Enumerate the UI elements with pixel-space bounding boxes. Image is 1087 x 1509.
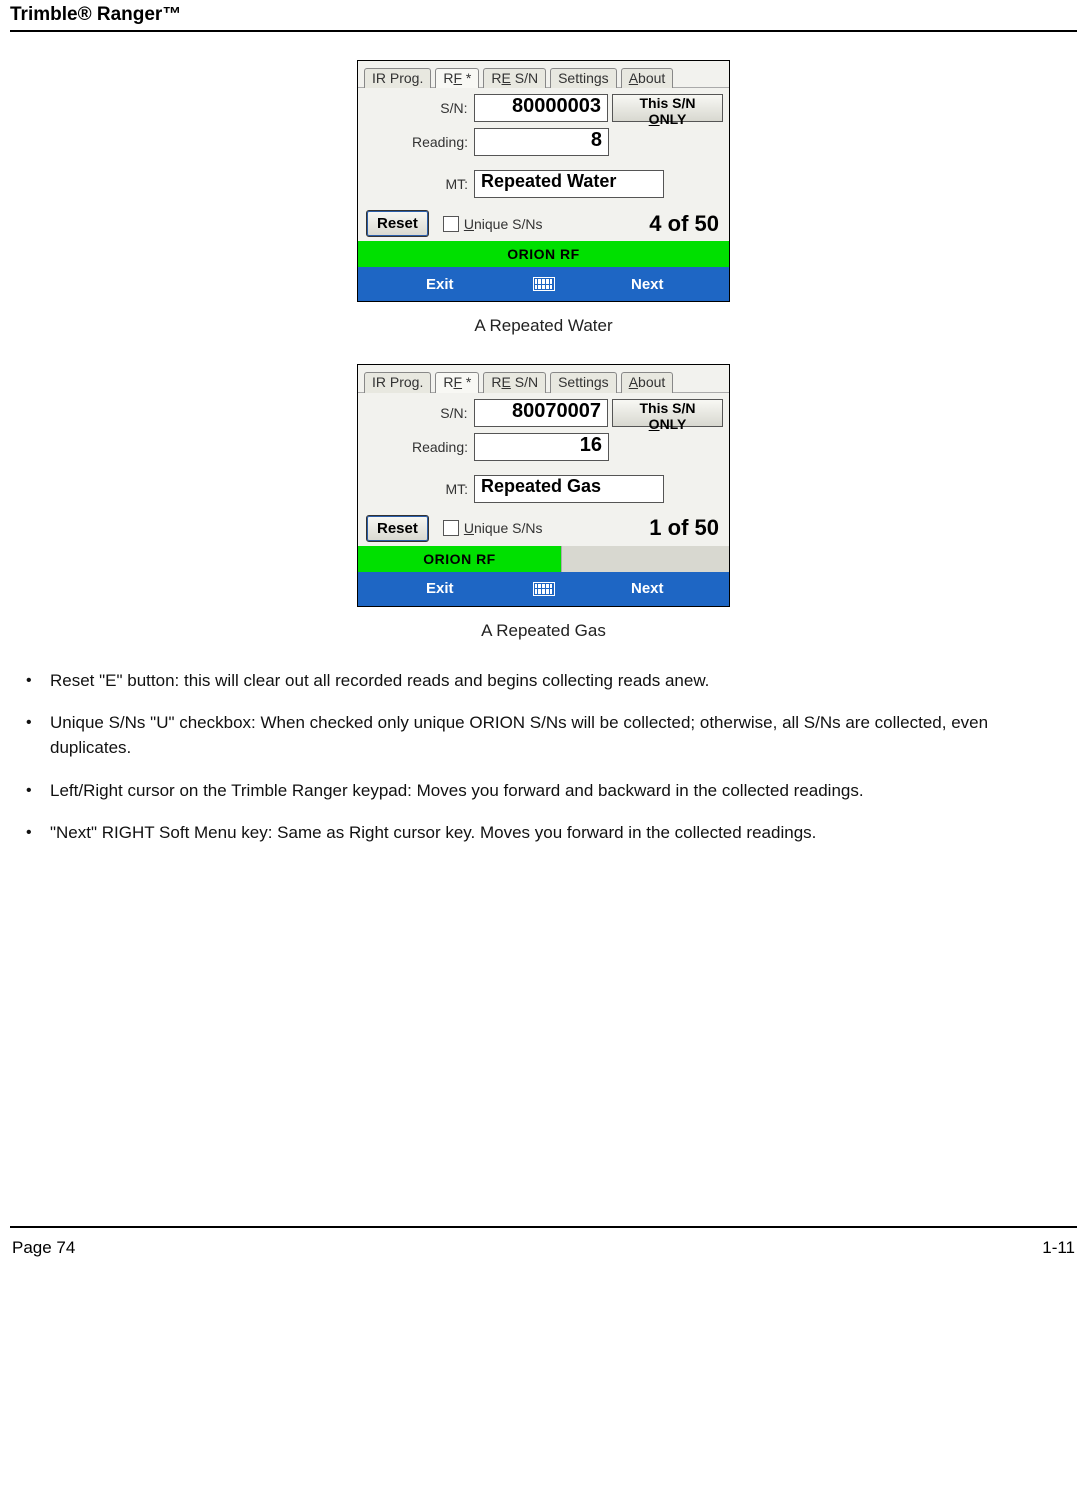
footer-page-left: Page 74 [12, 1238, 75, 1258]
checkbox-icon [443, 520, 459, 536]
this-sn-only-button[interactable]: This S/N ONLY [612, 94, 723, 122]
mt-input[interactable]: Repeated Gas [474, 475, 664, 503]
unique-sns-checkbox[interactable]: Unique S/Ns [443, 216, 543, 232]
soft-key-bar: Exit Next [358, 267, 729, 301]
bullet-list: Reset "E" button: this will clear out al… [10, 669, 1077, 846]
label-sn: S/N: [364, 405, 474, 421]
unique-sns-checkbox[interactable]: Unique S/Ns [443, 520, 543, 536]
softkey-exit[interactable]: Exit [358, 276, 522, 293]
reading-input[interactable]: 16 [474, 433, 609, 461]
tab-re-sn[interactable]: RE S/N [483, 372, 546, 392]
tab-settings[interactable]: Settings [550, 68, 617, 88]
sn-input[interactable]: 80070007 [474, 399, 608, 427]
keyboard-icon [533, 582, 555, 596]
footer-page-right: 1-11 [1042, 1238, 1075, 1258]
tab-about[interactable]: About [621, 372, 674, 392]
softkey-next[interactable]: Next [566, 276, 730, 293]
orion-status-label: ORION RF [358, 241, 729, 267]
orion-status-bar: ORION RF [358, 546, 729, 572]
tab-strip: IR Prog. RF * RE S/N Settings About [358, 61, 729, 87]
reading-input[interactable]: 8 [474, 128, 609, 156]
tab-rf[interactable]: RF * [435, 68, 479, 88]
label-sn: S/N: [364, 100, 474, 116]
page-header: Trimble® Ranger™ [10, 4, 1077, 30]
tab-settings[interactable]: Settings [550, 372, 617, 392]
softkey-exit[interactable]: Exit [358, 580, 522, 597]
sn-input[interactable]: 80000003 [474, 94, 608, 122]
label-reading: Reading: [364, 134, 474, 150]
orion-status-label: ORION RF [358, 546, 562, 572]
mt-input[interactable]: Repeated Water [474, 170, 664, 198]
soft-key-bar: Exit Next [358, 572, 729, 606]
tab-rf[interactable]: RF * [435, 372, 479, 392]
record-counter: 4 of 50 [649, 211, 721, 237]
tab-ir-prog[interactable]: IR Prog. [364, 372, 431, 392]
screenshot-gas: IR Prog. RF * RE S/N Settings About S/N:… [357, 364, 730, 606]
tab-strip: IR Prog. RF * RE S/N Settings About [358, 365, 729, 391]
tab-about[interactable]: About [621, 68, 674, 88]
list-item: Reset "E" button: this will clear out al… [14, 669, 1073, 694]
reset-button[interactable]: Reset [366, 515, 429, 542]
label-reading: Reading: [364, 439, 474, 455]
tab-re-sn[interactable]: RE S/N [483, 68, 546, 88]
caption-gas: A Repeated Gas [481, 621, 606, 641]
tab-ir-prog[interactable]: IR Prog. [364, 68, 431, 88]
caption-water: A Repeated Water [474, 316, 612, 336]
softkey-keyboard[interactable] [522, 582, 566, 596]
keyboard-icon [533, 277, 555, 291]
softkey-keyboard[interactable] [522, 277, 566, 291]
label-mt: MT: [364, 176, 474, 192]
header-rule [10, 30, 1077, 32]
record-counter: 1 of 50 [649, 515, 721, 541]
checkbox-icon [443, 216, 459, 232]
orion-status-bar: ORION RF [358, 241, 729, 267]
list-item: "Next" RIGHT Soft Menu key: Same as Righ… [14, 821, 1073, 846]
list-item: Left/Right cursor on the Trimble Ranger … [14, 779, 1073, 804]
reset-button[interactable]: Reset [366, 210, 429, 237]
this-sn-only-button[interactable]: This S/N ONLY [612, 399, 723, 427]
list-item: Unique S/Ns "U" checkbox: When checked o… [14, 711, 1073, 760]
softkey-next[interactable]: Next [566, 580, 730, 597]
label-mt: MT: [364, 481, 474, 497]
screenshot-water: IR Prog. RF * RE S/N Settings About S/N:… [357, 60, 730, 302]
